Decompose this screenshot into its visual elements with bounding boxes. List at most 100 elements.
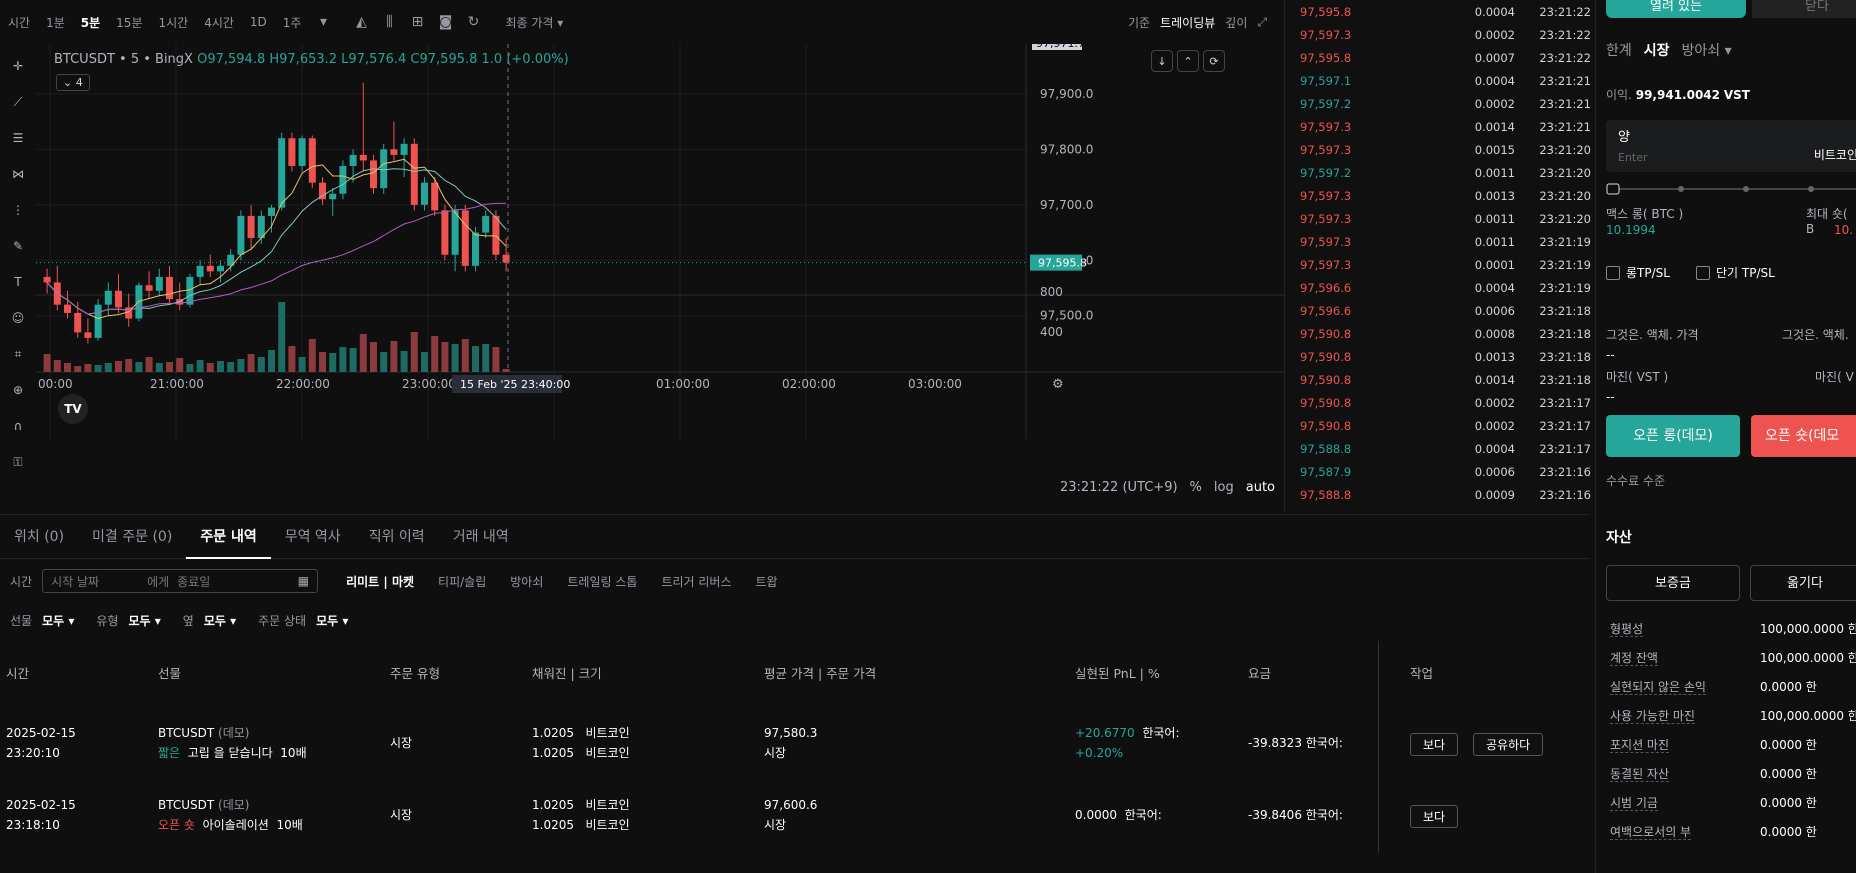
open-short-button[interactable]: 오픈 숏(데모	[1751, 415, 1856, 457]
fib-icon[interactable]: ⋮	[0, 192, 36, 228]
price-type-select[interactable]: 최종 가격 ▾	[497, 14, 571, 31]
text-icon[interactable]: T	[0, 264, 36, 300]
filter-futures[interactable]: 모두 ▾	[42, 612, 74, 629]
interval-1m[interactable]: 1분	[38, 14, 73, 31]
deposit-button[interactable]: 보증금	[1606, 565, 1740, 601]
chart-svg[interactable]: 97,900.097,800.097,700.097,600.097,500.0…	[36, 44, 1285, 512]
trade-row: 97,595.8 0.0004 23:21:22	[1290, 0, 1595, 23]
short-tpsl-checkbox[interactable]: 단기 TP/SL	[1696, 264, 1775, 281]
tab-transactions[interactable]: 거래 내역	[439, 515, 523, 559]
type-tpsl[interactable]: 티피/슬립	[438, 573, 486, 590]
camera-icon[interactable]: ◙	[431, 14, 459, 30]
filter-type[interactable]: 모두 ▾	[128, 612, 160, 629]
tab-limit[interactable]: 한계	[1606, 40, 1632, 60]
percent-toggle[interactable]: %	[1190, 480, 1202, 495]
emoji-icon[interactable]: ☺	[0, 300, 36, 336]
view-button[interactable]: 보다	[1410, 733, 1459, 756]
trade-qty: 0.0011	[1474, 234, 1515, 249]
type-trailing[interactable]: 트레일링 스톱	[567, 573, 637, 590]
tab-order-history[interactable]: 주문 내역	[186, 515, 271, 559]
volume-bar	[431, 336, 439, 372]
row-avg: 97,600.6	[764, 798, 818, 812]
trendline-icon[interactable]: ⟋	[0, 84, 36, 120]
interval-1h[interactable]: 1시간	[150, 14, 196, 31]
open-tab[interactable]: 열려 있는	[1606, 0, 1746, 18]
volume-bar	[176, 358, 184, 372]
volume-bar	[298, 357, 306, 372]
col-pnl: 실현된 PnL | %	[1075, 666, 1160, 681]
order-type-filter: 리미트 | 마켓 티피/슬립 방아쇠 트레일링 스톱 트리거 리버스 트왑	[346, 573, 778, 590]
tab-position-history[interactable]: 직위 이력	[355, 515, 439, 559]
asset-row: 동결된 자산 0.0000 한	[1610, 765, 1856, 794]
volume-bar	[288, 346, 296, 372]
view-tradingview[interactable]: 트레이딩뷰	[1160, 14, 1215, 31]
brush-icon[interactable]: ✎	[0, 228, 36, 264]
fee-level-link[interactable]: 수수료 수준	[1606, 472, 1665, 489]
trade-row: 97,597.3 0.0002 23:21:22	[1290, 23, 1595, 46]
share-button[interactable]: 공유하다	[1473, 733, 1544, 756]
transfer-button[interactable]: 옮기다	[1750, 565, 1856, 601]
max-long-value: 10.1994	[1606, 223, 1656, 237]
log-toggle[interactable]: log	[1214, 480, 1234, 495]
asset-value: 0.0000 한	[1760, 825, 1817, 839]
ruler-icon[interactable]: ⌗	[0, 336, 36, 372]
open-long-button[interactable]: 오픈 롱(데모)	[1606, 415, 1740, 457]
crosshair-icon[interactable]: ✛	[0, 48, 36, 84]
view-button[interactable]: 보다	[1410, 805, 1459, 828]
chart-type-icon[interactable]: ◭	[347, 14, 375, 30]
trade-qty: 0.0014	[1474, 372, 1515, 387]
interval-1d[interactable]: 1D	[242, 15, 275, 29]
quantity-input[interactable]: 양 Enter 비트코인	[1606, 120, 1856, 172]
calendar-icon[interactable]: ▦	[298, 574, 309, 588]
trade-time: 23:21:19	[1539, 234, 1591, 249]
row-ord: 시장	[764, 818, 787, 832]
interval-dropdown-icon[interactable]: ▾	[309, 14, 337, 30]
asset-row: 계정 잔액 100,000.0000 한	[1610, 649, 1856, 678]
type-trigger[interactable]: 방아쇠	[510, 573, 543, 590]
magnet-icon[interactable]: ∩	[0, 408, 36, 444]
asset-row: 실현되지 않은 손익 0.0000 한	[1610, 678, 1856, 707]
close-tab[interactable]: 닫다	[1752, 0, 1856, 18]
orders-tabs: 위치 (0) 미결 주문 (0) 주문 내역 무역 역사 직위 이력 거래 내역	[0, 515, 1590, 559]
quantity-slider[interactable]	[1606, 183, 1856, 195]
asset-value: 100,000.0000 한	[1760, 709, 1856, 723]
row-pnl-pct: +0.20%	[1075, 746, 1124, 760]
interval-1w[interactable]: 1주	[275, 14, 310, 31]
tab-trade-history[interactable]: 무역 역사	[271, 515, 355, 559]
refresh-icon[interactable]: ⟳	[1203, 50, 1225, 72]
lock-drawings-icon[interactable]: ⚿	[0, 444, 36, 480]
auto-toggle[interactable]: auto	[1246, 480, 1275, 495]
volume-bar	[400, 351, 408, 372]
chart-plot[interactable]: 97,900.097,800.097,700.097,600.097,500.0…	[36, 44, 1285, 512]
interval-5m[interactable]: 5분	[73, 14, 108, 31]
type-twap[interactable]: 트왑	[756, 573, 778, 590]
reset-icon[interactable]: ↻	[459, 14, 487, 30]
type-trigger-reverse[interactable]: 트리거 리버스	[661, 573, 731, 590]
candles-icon[interactable]: ⫼	[375, 14, 403, 30]
tab-market[interactable]: 시장	[1644, 40, 1670, 60]
view-depth[interactable]: 깊이	[1225, 14, 1247, 31]
trade-price: 97,595.8	[1300, 4, 1352, 19]
interval-15m[interactable]: 15분	[108, 14, 150, 31]
time-axis-label: 03:00:00	[908, 377, 962, 391]
arrow-down-icon[interactable]: ↓	[1151, 50, 1173, 72]
margin-left-label: 마진( VST )	[1606, 370, 1669, 384]
collapse-icon[interactable]: ⌃	[1177, 50, 1199, 72]
tab-positions[interactable]: 위치 (0)	[0, 515, 78, 559]
date-range-input[interactable]: 시작 날짜 에게 종료일 ▦	[42, 569, 319, 593]
indicator-toggle[interactable]: ⌄ 4	[56, 74, 90, 91]
pattern-icon[interactable]: ⋈	[0, 156, 36, 192]
tab-open-orders[interactable]: 미결 주문 (0)	[78, 515, 186, 559]
long-tpsl-checkbox[interactable]: 롱TP/SL	[1606, 264, 1670, 281]
price-axis-label: 97,700.0	[1040, 198, 1093, 212]
horizontal-lines-icon[interactable]: ☰	[0, 120, 36, 156]
type-limit-market[interactable]: 리미트 | 마켓	[346, 573, 414, 590]
filter-side[interactable]: 모두 ▾	[204, 612, 236, 629]
indicators-icon[interactable]: ⊞	[403, 14, 431, 30]
volume-bar	[84, 364, 92, 372]
tab-trigger[interactable]: 방아쇠 ▾	[1682, 40, 1732, 60]
filter-status[interactable]: 모두 ▾	[316, 612, 348, 629]
zoom-icon[interactable]: ⊕	[0, 372, 36, 408]
fullscreen-icon[interactable]: ⤢	[1257, 15, 1267, 30]
interval-4h[interactable]: 4시간	[196, 14, 242, 31]
